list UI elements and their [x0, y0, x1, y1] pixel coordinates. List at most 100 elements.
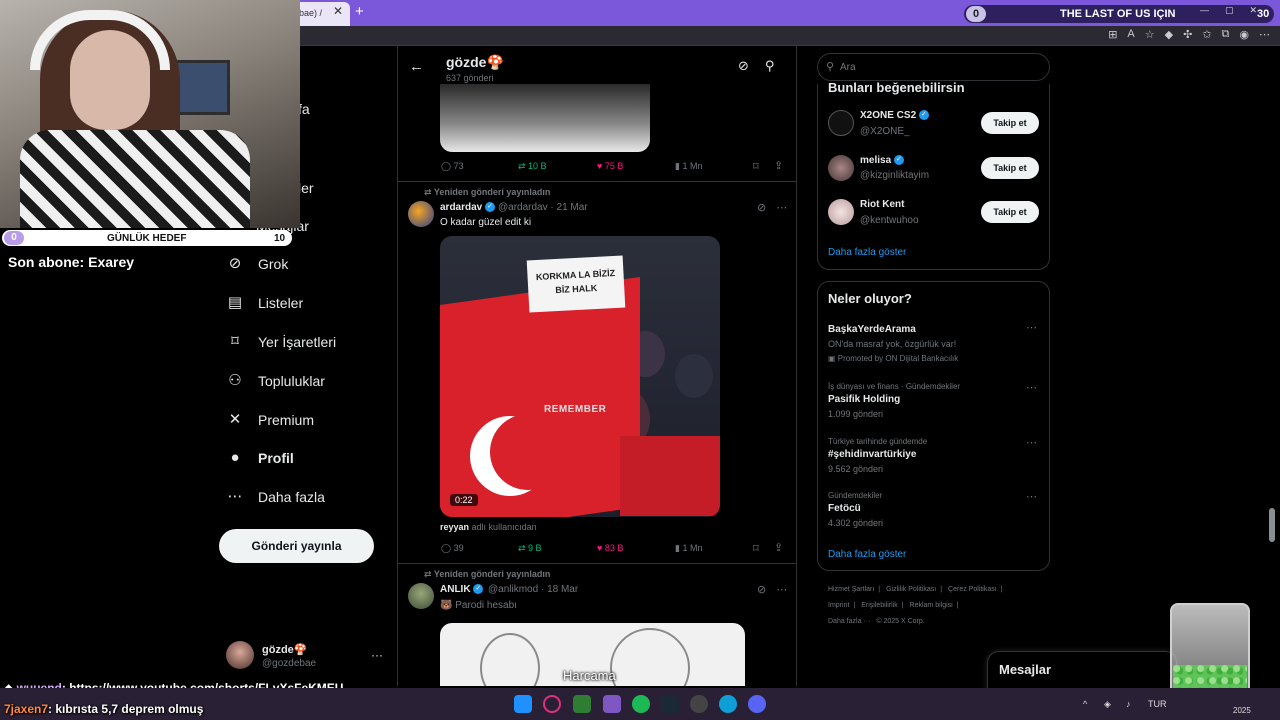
- window-controls[interactable]: —▢✕: [1200, 5, 1273, 16]
- puzzle-icon[interactable]: ✣: [1183, 28, 1192, 41]
- nav-item-grok[interactable]: ⊘ Grok: [226, 255, 289, 273]
- grok-icon[interactable]: ⊘: [757, 201, 766, 214]
- messages-title[interactable]: Mesajlar: [999, 662, 1051, 677]
- trend-name[interactable]: Pasifik Holding: [828, 394, 900, 405]
- trend-promoted: ▣ Promoted by ON Dijital Bankacılık: [828, 354, 958, 363]
- tweet-author[interactable]: ANLIK ✓: [440, 584, 484, 595]
- new-tab-icon[interactable]: +: [355, 3, 364, 20]
- scrollbar-thumb[interactable]: [1269, 508, 1275, 542]
- more-icon[interactable]: ⋯: [776, 201, 787, 214]
- nav-item-lists[interactable]: ▤ Listeler: [226, 294, 303, 312]
- search-input[interactable]: [840, 56, 1040, 78]
- avatar[interactable]: [226, 641, 254, 669]
- follow-button[interactable]: Takip et: [981, 157, 1039, 179]
- back-arrow-icon[interactable]: ←: [409, 58, 424, 75]
- credit-user[interactable]: reyyan: [440, 522, 469, 532]
- post-button[interactable]: Gönderi yayınla: [219, 529, 374, 563]
- share-icon[interactable]: ⇪: [774, 159, 783, 172]
- favorites-bar-icon[interactable]: ✩: [1202, 28, 1211, 41]
- app-icon[interactable]: [690, 695, 708, 713]
- tweet-video[interactable]: KORKMA LA BİZİZ BİZ HALK REMEMBER 0:22: [440, 236, 720, 517]
- avatar[interactable]: [408, 201, 434, 227]
- user-name[interactable]: Riot Kent: [860, 199, 904, 210]
- tray-date[interactable]: 2025: [1233, 706, 1251, 715]
- start-icon[interactable]: [514, 695, 532, 713]
- like-action[interactable]: ♥ 83 B: [597, 543, 623, 553]
- extensions-icon[interactable]: ⊞: [1108, 28, 1117, 41]
- tray-icon[interactable]: ◈: [1104, 699, 1111, 710]
- microphone-icon[interactable]: ♪: [1126, 699, 1131, 709]
- grok-icon[interactable]: ⊘: [757, 583, 766, 596]
- tweet-media[interactable]: [440, 84, 650, 152]
- more-icon[interactable]: ⋯: [1026, 381, 1037, 394]
- tab-close-icon[interactable]: ✕: [333, 4, 343, 18]
- follow-button[interactable]: Takip et: [981, 201, 1039, 223]
- tweet-text: 🐻 Parodi hesabı: [440, 600, 517, 611]
- more-icon[interactable]: ⋯: [1026, 436, 1037, 449]
- footer-link[interactable]: Reklam bilgisi: [910, 602, 953, 609]
- user-name[interactable]: melisa ✓: [860, 155, 904, 166]
- app-icon[interactable]: [603, 695, 621, 713]
- views-action[interactable]: ▮ 1 Mn: [675, 161, 702, 172]
- avatar[interactable]: [828, 199, 854, 225]
- trend-name[interactable]: Fetöcü: [828, 503, 861, 514]
- nav-item-premium[interactable]: ✕ Premium: [226, 411, 314, 429]
- footer-link[interactable]: Hizmet Şartları: [828, 586, 874, 593]
- footer-link[interactable]: Çerez Politikası: [948, 586, 997, 593]
- opera-icon[interactable]: [543, 695, 561, 713]
- nav-item-more[interactable]: ⋯ Daha fazla: [226, 488, 325, 506]
- tweet-author[interactable]: ardardav ✓: [440, 202, 496, 213]
- flag-crescent-cut: [490, 414, 566, 490]
- spotify-icon[interactable]: [632, 695, 650, 713]
- menu-icon[interactable]: ⋯: [1259, 28, 1270, 41]
- nav-item-communities[interactable]: ⚇ Topluluklar: [226, 372, 325, 390]
- discord-icon[interactable]: [748, 695, 766, 713]
- reply-action[interactable]: ◯ 39: [441, 543, 464, 554]
- nav-item-bookmarks[interactable]: ⌑ Yer İşaretleri: [226, 333, 336, 351]
- avatar[interactable]: [828, 155, 854, 181]
- app-icon[interactable]: [573, 695, 591, 713]
- footer-link[interactable]: Gizlilik Politikası: [886, 586, 936, 593]
- more-icon[interactable]: ⋯: [1026, 321, 1037, 334]
- repost-action[interactable]: ⇄ 10 B: [518, 161, 547, 172]
- collections-icon[interactable]: ⧉: [1222, 28, 1230, 41]
- reader-icon[interactable]: A: [1127, 28, 1134, 41]
- search-icon[interactable]: ⚲: [765, 58, 775, 74]
- share-icon[interactable]: ⇪: [774, 541, 783, 554]
- bookmark-icon[interactable]: ⌑: [753, 160, 759, 173]
- footer-link[interactable]: Daha fazla ···: [828, 618, 870, 625]
- grok-icon[interactable]: ⊘: [738, 58, 749, 74]
- tray-chevron-icon[interactable]: ^: [1083, 699, 1087, 709]
- account-more-icon[interactable]: ···: [371, 648, 383, 662]
- repost-action[interactable]: ⇄ 9 B: [518, 543, 542, 554]
- hype-train-title: THE LAST OF US IÇIN: [1060, 8, 1176, 20]
- footer-link[interactable]: Erişilebilirlik: [861, 602, 898, 609]
- tweet-date[interactable]: 21 Mar: [557, 202, 588, 213]
- tweet-date[interactable]: 18 Mar: [547, 584, 578, 595]
- show-more-link[interactable]: Daha fazla göster: [828, 549, 906, 560]
- show-more-link[interactable]: Daha fazla göster: [828, 247, 906, 258]
- edge-icon[interactable]: [719, 695, 737, 713]
- follow-button[interactable]: Takip et: [981, 112, 1039, 134]
- like-action[interactable]: ♥ 75 B: [597, 161, 623, 171]
- trend-sub: 4.302 gönderi: [828, 518, 884, 528]
- nav-item-profile[interactable]: ● Profil: [226, 449, 293, 467]
- more-icon[interactable]: ⋯: [1026, 490, 1037, 503]
- reply-action[interactable]: ◯ 73: [441, 161, 464, 172]
- footer-link[interactable]: Imprint: [828, 602, 849, 609]
- account-name[interactable]: gözde🍄: [262, 643, 307, 656]
- extension-purple-icon[interactable]: ◆: [1165, 28, 1173, 41]
- steam-icon[interactable]: [661, 695, 679, 713]
- language-indicator[interactable]: TUR: [1148, 699, 1167, 709]
- trend-name[interactable]: BaşkaYerdeArama: [828, 324, 916, 335]
- favorite-icon[interactable]: ☆: [1145, 28, 1155, 41]
- views-action[interactable]: ▮ 1 Mn: [675, 543, 702, 554]
- profile-icon[interactable]: ◉: [1239, 28, 1249, 41]
- bookmark-icon[interactable]: ⌑: [753, 542, 759, 555]
- reply-count: 73: [453, 161, 464, 171]
- more-icon[interactable]: ⋯: [776, 583, 787, 596]
- trend-name[interactable]: #şehidinvartürkiye: [828, 449, 916, 460]
- avatar[interactable]: [408, 583, 434, 609]
- avatar[interactable]: [828, 110, 854, 136]
- user-name[interactable]: X2ONE CS2 ✓: [860, 110, 929, 121]
